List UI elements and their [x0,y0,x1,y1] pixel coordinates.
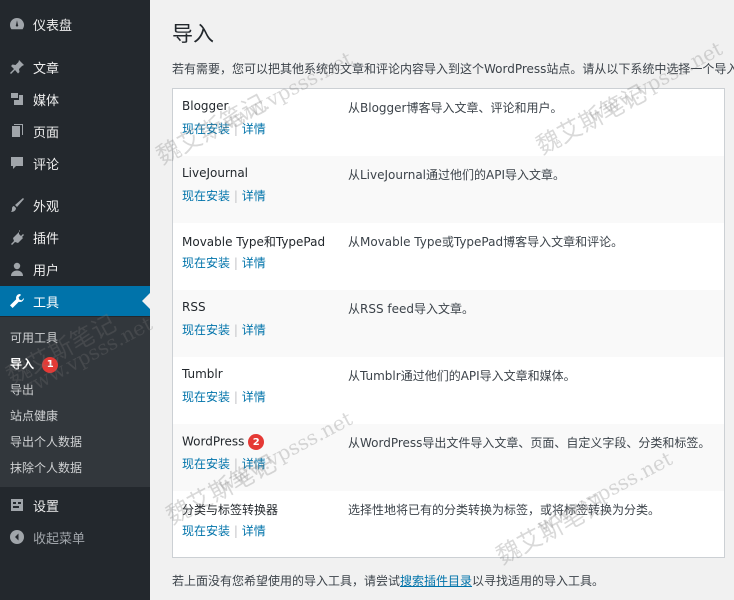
user-icon [8,260,26,278]
plugin-icon [8,228,26,246]
menu-label: 设置 [33,499,60,515]
table-row: Tumblr 现在安装 | 详情 从Tumblr通过他们的API导入文章和媒体。 [173,357,724,424]
collapse-menu-button[interactable]: 收起菜单 [0,522,150,552]
details-link[interactable]: 详情 [242,323,266,337]
details-link[interactable]: 详情 [242,457,266,471]
menu-label: 插件 [33,231,60,247]
install-now-link[interactable]: 现在安装 [182,457,230,471]
menu-media[interactable]: 媒体 [0,84,150,114]
importer-description: 从Tumblr通过他们的API导入文章和媒体。 [348,369,576,383]
menu-label: 页面 [33,125,60,141]
details-link[interactable]: 详情 [242,390,266,404]
main-content: 导入 若有需要，您可以把其他系统的文章和评论内容导入到这个WordPress站点… [172,0,734,600]
page-intro: 若有需要，您可以把其他系统的文章和评论内容导入到这个WordPress站点。请从… [172,62,734,76]
importer-description: 从LiveJournal通过他们的API导入文章。 [348,168,565,182]
active-menu-arrow [142,293,150,309]
menu-label: 用户 [33,263,60,279]
submenu-import[interactable]: 导入 1 [10,355,59,373]
importer-description: 从WordPress导出文件导入文章、页面、自定义字段、分类和标签。 [348,436,711,450]
submenu-export[interactable]: 导出 [10,381,34,398]
menu-dashboard[interactable]: 仪表盘 [0,9,150,39]
importer-name: RSS [182,300,206,314]
importer-description: 从Blogger博客导入文章、评论和用户。 [348,101,563,115]
tools-submenu: 可用工具 导入 1 导出 站点健康 导出个人数据 抹除个人数据 [0,317,150,487]
submenu-erase-personal-data[interactable]: 抹除个人数据 [10,459,82,476]
table-row: RSS 现在安装 | 详情 从RSS feed导入文章。 [173,290,724,357]
install-now-link[interactable]: 现在安装 [182,390,230,404]
importer-actions: 现在安装 | 详情 [182,457,266,471]
table-row: LiveJournal 现在安装 | 详情 从LiveJournal通过他们的A… [173,156,724,223]
menu-appearance[interactable]: 外观 [0,190,150,220]
menu-posts[interactable]: 文章 [0,52,150,82]
menu-plugins[interactable]: 插件 [0,222,150,252]
importer-actions: 现在安装 | 详情 [182,390,266,404]
importer-actions: 现在安装 | 详情 [182,323,266,337]
admin-sidebar: 仪表盘 文章 媒体 页面 评论 外观 插件 用户 工具 可用工具 导入 1 导出… [0,0,150,600]
importer-name: WordPress 2 [182,434,265,450]
importer-name: 分类与标签转换器 [182,503,279,517]
table-row: Movable Type和TypePad 现在安装 | 详情 从Movable … [173,223,724,290]
menu-label: 文章 [33,61,60,77]
table-row: 分类与标签转换器 现在安装 | 详情 选择性地将已有的分类转换为标签，或将标签转… [173,491,724,558]
pin-icon [8,58,26,76]
wrench-icon [8,292,26,310]
importer-actions: 现在安装 | 详情 [182,256,266,270]
comment-icon [8,154,26,172]
collapse-icon [8,528,26,546]
table-row: WordPress 2 现在安装 | 详情 从WordPress导出文件导入文章… [173,424,724,491]
details-link[interactable]: 详情 [242,122,266,136]
importer-name: Tumblr [182,367,223,381]
search-plugin-directory-link[interactable]: 搜索插件目录 [400,574,472,588]
details-link[interactable]: 详情 [242,189,266,203]
menu-label: 工具 [33,295,60,311]
menu-users[interactable]: 用户 [0,254,150,284]
install-now-link[interactable]: 现在安装 [182,323,230,337]
menu-label: 媒体 [33,93,60,109]
details-link[interactable]: 详情 [242,256,266,270]
importer-description: 从Movable Type或TypePad博客导入文章和评论。 [348,235,624,249]
importer-actions: 现在安装 | 详情 [182,189,266,203]
submenu-export-personal-data[interactable]: 导出个人数据 [10,433,82,450]
annotation-badge: 1 [42,356,59,373]
media-icon [8,90,26,108]
menu-label: 收起菜单 [33,531,86,547]
menu-label: 外观 [33,199,60,215]
menu-label: 仪表盘 [33,18,73,34]
install-now-link[interactable]: 现在安装 [182,524,230,538]
submenu-site-health[interactable]: 站点健康 [10,407,58,424]
submenu-available-tools[interactable]: 可用工具 [10,329,58,346]
importer-name: Blogger [182,99,229,113]
dashboard-icon [8,15,26,33]
importer-actions: 现在安装 | 详情 [182,122,266,136]
details-link[interactable]: 详情 [242,524,266,538]
annotation-badge: 2 [248,434,265,450]
table-row: Blogger 现在安装 | 详情 从Blogger博客导入文章、评论和用户。 [173,89,724,156]
page-title: 导入 [172,22,214,46]
brush-icon [8,196,26,214]
importers-table: Blogger 现在安装 | 详情 从Blogger博客导入文章、评论和用户。 … [172,88,725,558]
install-now-link[interactable]: 现在安装 [182,189,230,203]
menu-tools[interactable]: 工具 [0,286,150,316]
menu-label: 评论 [33,157,60,173]
page-icon [8,122,26,140]
importer-description: 从RSS feed导入文章。 [348,302,474,316]
footer-note: 若上面没有您希望使用的导入工具，请尝试搜索插件目录以寻找适用的导入工具。 [172,574,605,588]
menu-pages[interactable]: 页面 [0,116,150,146]
install-now-link[interactable]: 现在安装 [182,256,230,270]
menu-comments[interactable]: 评论 [0,148,150,178]
importer-name: LiveJournal [182,166,249,180]
menu-settings[interactable]: 设置 [0,490,150,520]
submenu-import-label: 导入 [10,357,35,371]
importer-name: Movable Type和TypePad [182,235,326,249]
importer-description: 选择性地将已有的分类转换为标签，或将标签转换为分类。 [348,503,661,517]
importer-actions: 现在安装 | 详情 [182,524,266,538]
install-now-link[interactable]: 现在安装 [182,122,230,136]
settings-icon [8,496,26,514]
